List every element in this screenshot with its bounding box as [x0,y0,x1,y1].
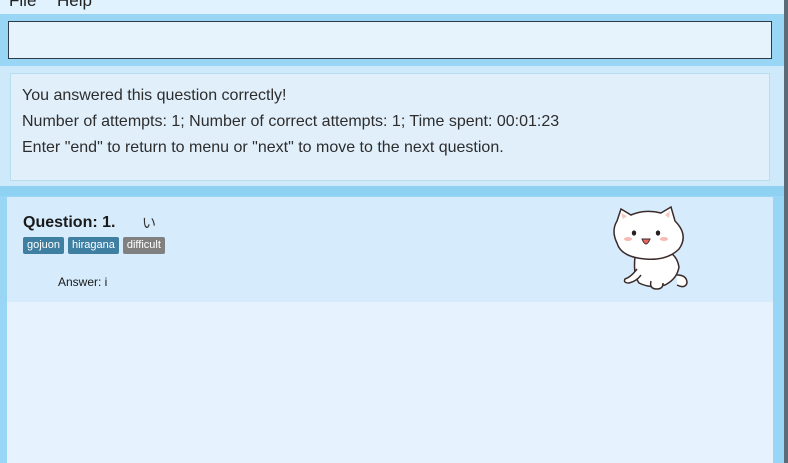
question-list-panel: Question: 1. い gojuon hiragana difficult A… [7,197,773,463]
question-card[interactable]: Question: 1. い gojuon hiragana difficult A… [7,197,773,302]
question-kana: い [142,216,156,232]
command-box-container [0,16,786,64]
tag-list: gojuon hiragana difficult [23,237,169,254]
command-input[interactable] [8,21,772,59]
result-display: You answered this question correctly! Nu… [10,73,770,181]
attempt-stats: Number of attempts: 1; Number of correct… [22,113,560,130]
tag-hiragana: hiragana [68,237,119,254]
instructions-text: Enter "end" to return to menu or "next" … [22,139,504,156]
menu-bar: File Help [0,0,788,14]
result-display-container: You answered this question correctly! Nu… [0,66,784,186]
tag-gojuon: gojuon [23,237,65,254]
cat-mascot-icon [613,205,688,290]
menu-help[interactable]: Help [57,0,92,11]
panel-divider[interactable] [0,186,786,196]
window-border [784,0,788,463]
question-title: Question: 1. [23,214,116,231]
answer-text: Answer: i [58,275,108,289]
menu-file[interactable]: File [9,0,36,11]
result-message: You answered this question correctly! [22,87,287,104]
tag-difficult: difficult [122,237,165,254]
